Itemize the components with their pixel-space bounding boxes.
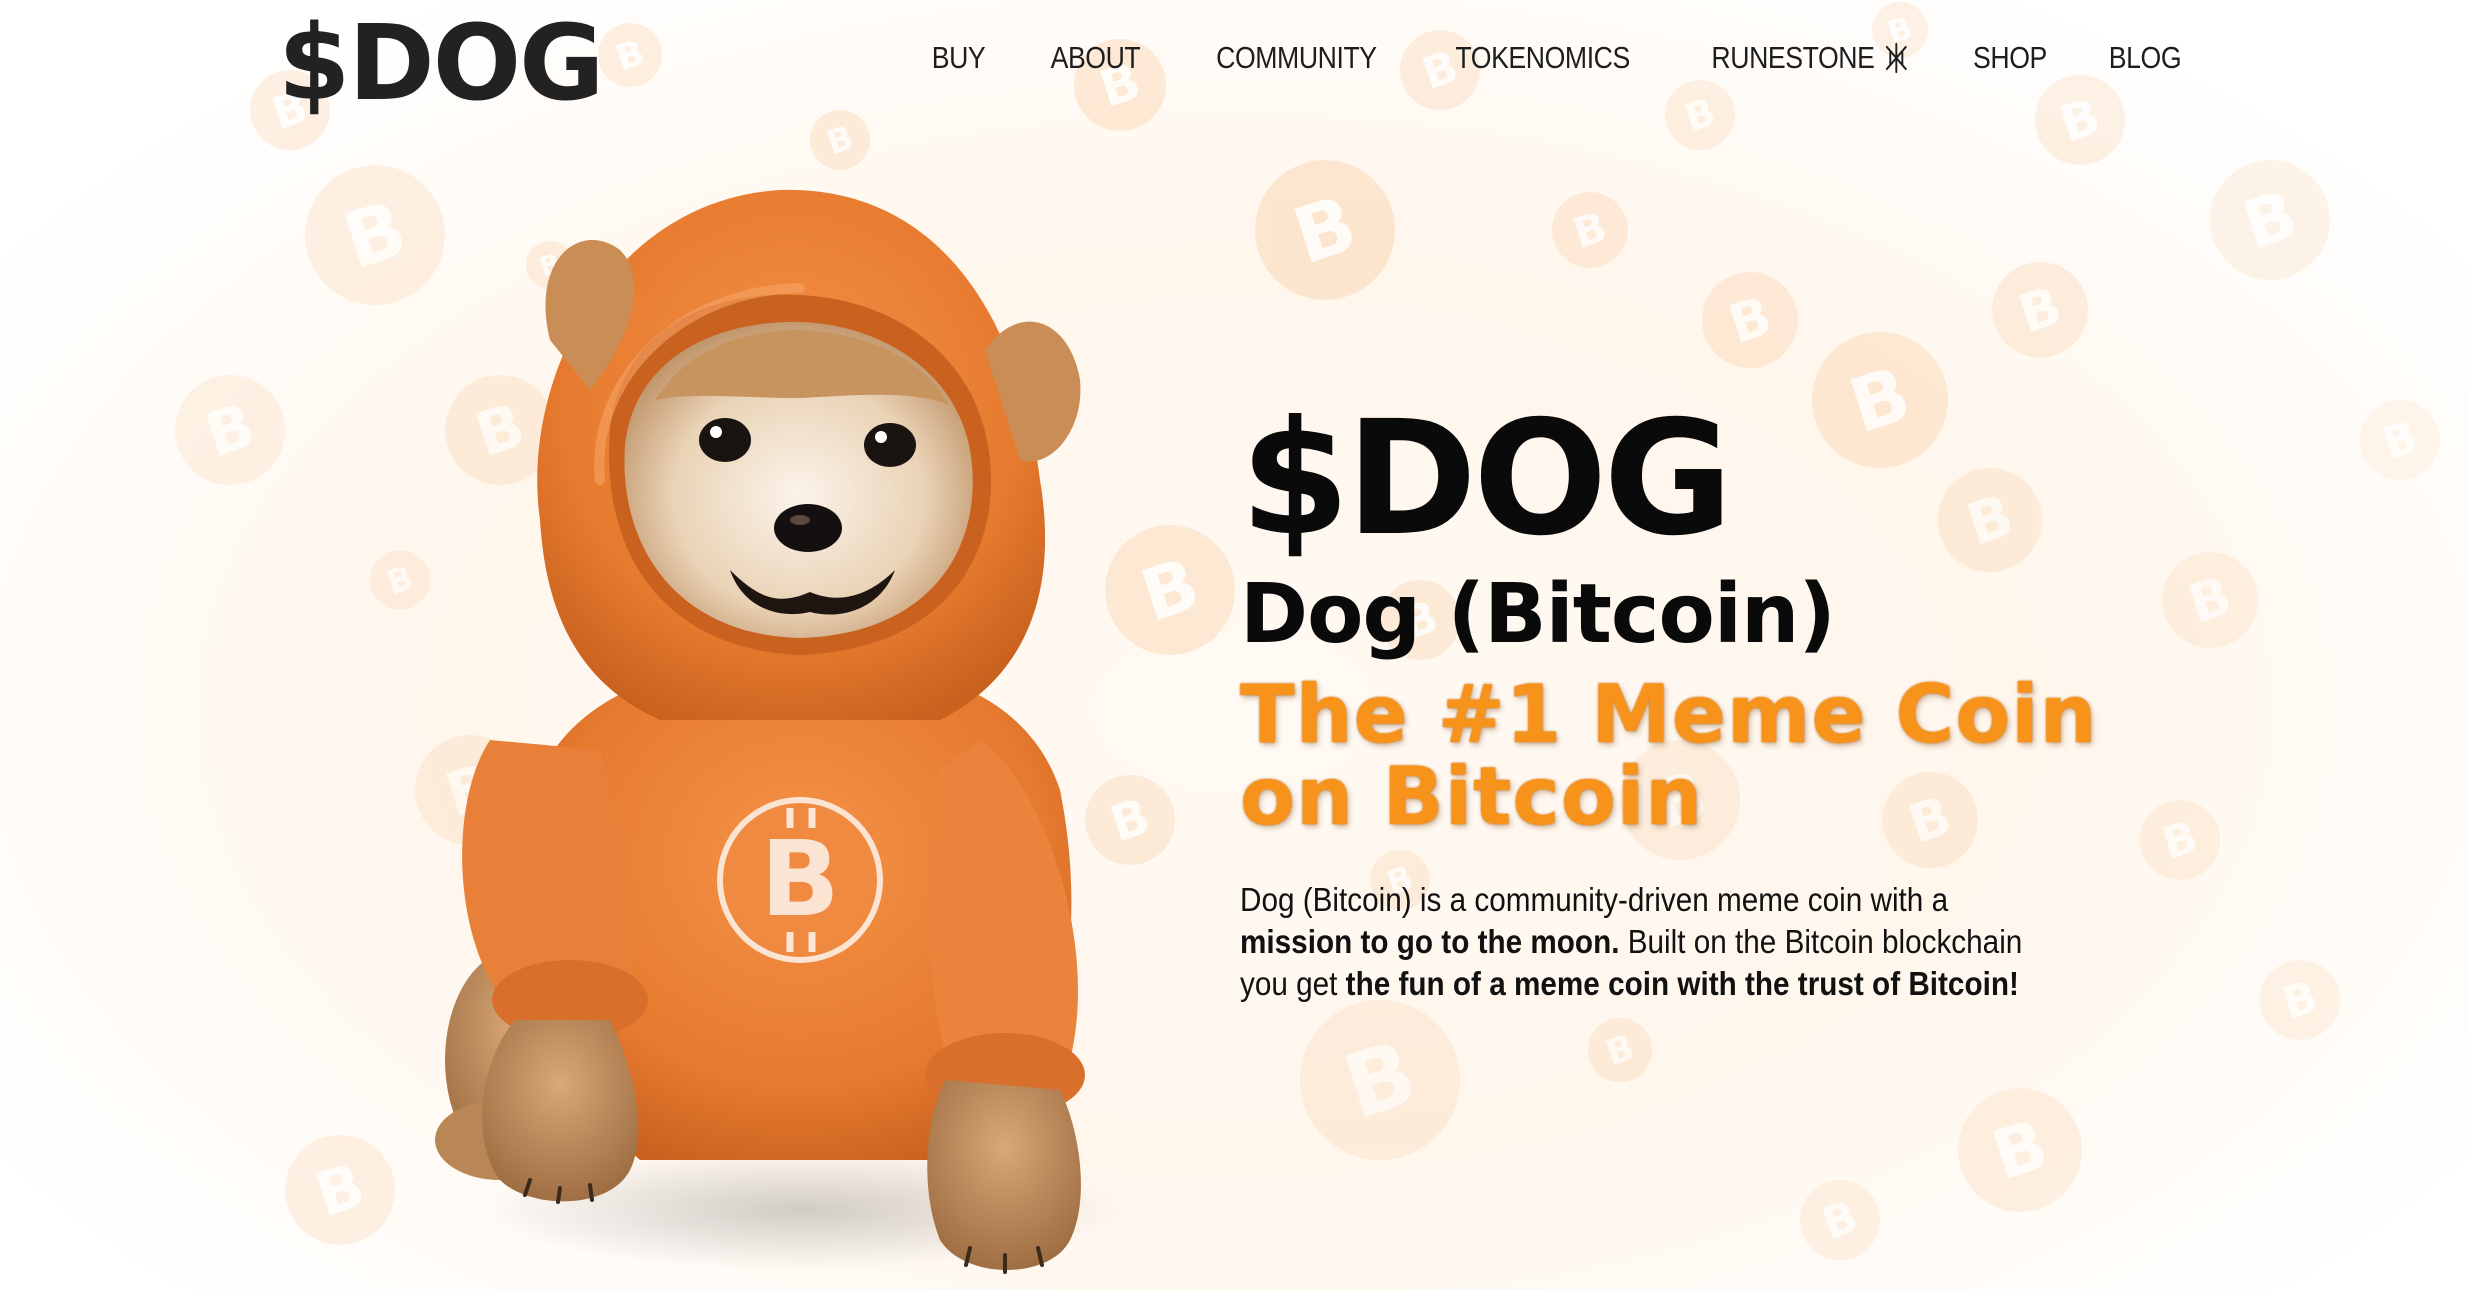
hero-description: Dog (Bitcoin) is a community-driven meme… <box>1240 879 2050 1005</box>
rune-icon <box>1885 42 1907 74</box>
bitcoin-coin-icon: B <box>1255 160 1395 300</box>
bitcoin-coin-icon: B <box>1665 80 1735 150</box>
bitcoin-coin-icon: B <box>2260 960 2340 1040</box>
nav-item-blog[interactable]: BLOG <box>2108 40 2182 76</box>
bitcoin-coin-icon: B <box>1588 1018 1652 1082</box>
bitcoin-coin-icon: B <box>285 1135 395 1245</box>
nav-item-label: BUY <box>932 40 986 75</box>
nav-item-label: TOKENOMICS <box>1454 40 1630 75</box>
bitcoin-coin-icon: B <box>175 375 285 485</box>
nav-item-label: COMMUNITY <box>1216 40 1377 75</box>
description-text: Dog (Bitcoin) is a community-driven meme… <box>1240 881 1949 919</box>
nav-item-buy[interactable]: BUY <box>932 40 986 76</box>
bitcoin-coin-icon: B <box>1800 1180 1880 1260</box>
site-logo[interactable]: $DOG <box>278 6 604 121</box>
bitcoin-coin-icon: B <box>1992 262 2088 358</box>
bitcoin-coin-icon: B <box>1958 1088 2082 1212</box>
description-bold: the fun of a meme coin with the trust of… <box>1345 965 2019 1003</box>
hoodie-bitcoin-symbol: B <box>760 818 839 940</box>
hero-tagline-line1: The #1 Meme Coin <box>1240 668 2098 762</box>
nav-item-label: ABOUT <box>1050 40 1140 75</box>
bitcoin-coin-icon: B <box>1702 272 1798 368</box>
bitcoin-coin-icon: B <box>1552 192 1628 268</box>
main-nav: BUY ABOUT COMMUNITY TOKENOMICS RUNESTONE… <box>873 40 2181 76</box>
bitcoin-coin-icon: B <box>2035 75 2125 165</box>
puppy-hoodie-illustration: B <box>435 189 1120 1274</box>
nav-item-community[interactable]: COMMUNITY <box>1216 40 1377 76</box>
bitcoin-coin-icon: B <box>2210 160 2330 280</box>
nav-item-label: RUNESTONE <box>1711 40 1875 75</box>
description-bold: mission to go to the moon. <box>1240 923 1620 961</box>
bitcoin-coin-icon: B <box>810 110 870 170</box>
nav-item-runestone[interactable]: RUNESTONE <box>1712 40 1911 76</box>
nav-item-tokenomics[interactable]: TOKENOMICS <box>1454 40 1630 76</box>
hero-tagline: The #1 Meme Coin on Bitcoin <box>1240 674 2240 837</box>
hero-tagline-line2: on Bitcoin <box>1240 749 1704 843</box>
bitcoin-coin-icon: B <box>598 23 662 87</box>
hero-subtitle: Dog (Bitcoin) <box>1240 567 1836 662</box>
nav-item-shop[interactable]: SHOP <box>1973 40 2047 76</box>
bitcoin-coin-icon: B <box>2360 400 2440 480</box>
hero-page: BBBBBBBBBBBBBBBBBBBBBBBBBBBBBBBBBBBB $DO… <box>0 0 2468 1290</box>
hero-title: $DOG <box>1240 387 1733 571</box>
nav-item-label: SHOP <box>1973 40 2047 75</box>
nav-item-about[interactable]: ABOUT <box>1050 40 1140 76</box>
nav-item-label: BLOG <box>2108 40 2182 75</box>
bitcoin-coin-icon: B <box>1300 1000 1460 1160</box>
hero-section: $DOG Dog (Bitcoin) The #1 Meme Coin on B… <box>1240 400 2240 1005</box>
